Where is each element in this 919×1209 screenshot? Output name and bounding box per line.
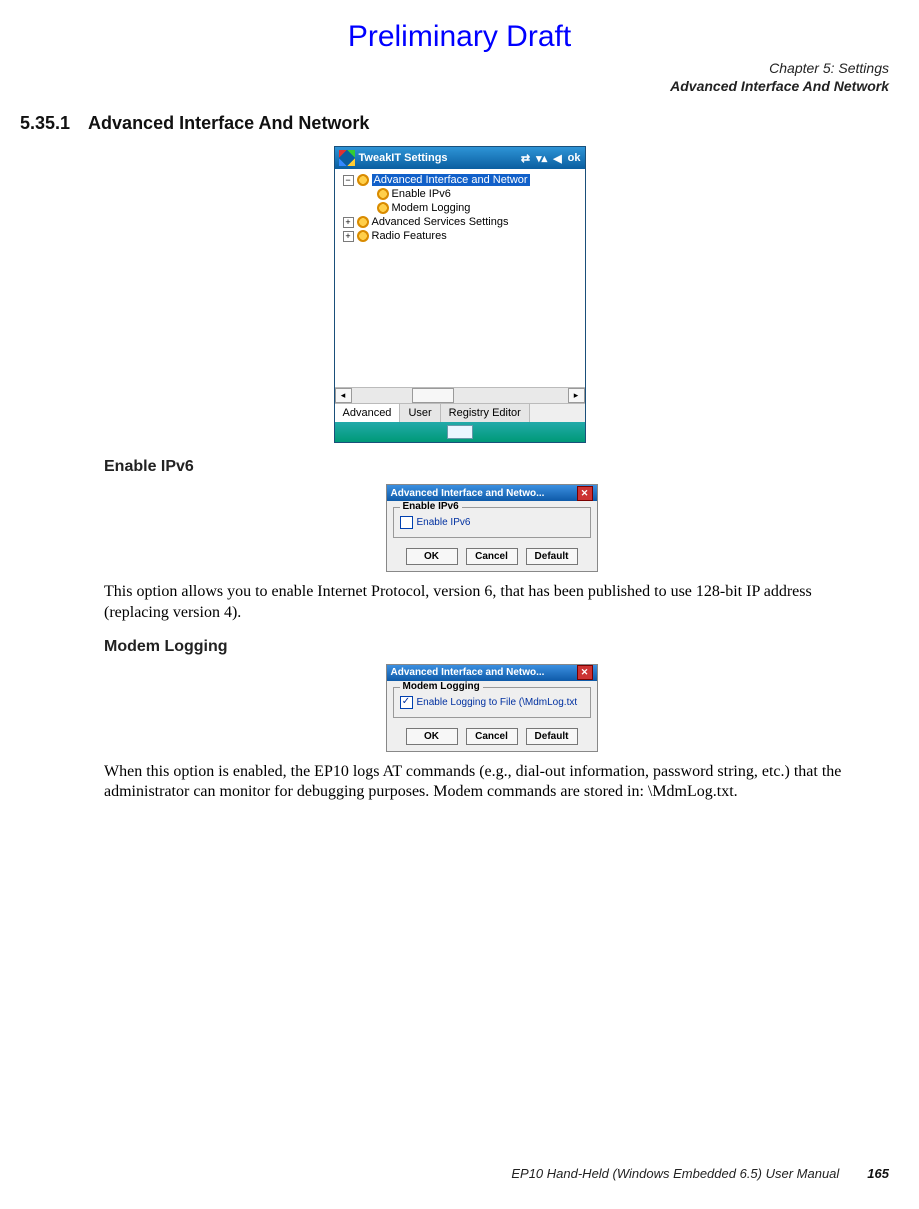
tree-node-radio-features[interactable]: + Radio Features [337, 229, 583, 243]
checkbox-label: Enable IPv6 [417, 517, 471, 528]
paragraph-ipv6: This option allows you to enable Interne… [104, 582, 879, 624]
ok-button[interactable]: ok [568, 152, 581, 164]
gear-icon [357, 230, 369, 242]
gear-icon [357, 174, 369, 186]
subheading-enable-ipv6: Enable IPv6 [104, 458, 879, 476]
tree-node-modem-logging[interactable]: Modem Logging [337, 201, 583, 215]
figure-enable-ipv6-dialog: Advanced Interface and Netwo... ✕ Enable… [104, 484, 879, 572]
figure-tweakit: TweakIT Settings ⇄ ▾▴ ◀ ok − Advanced In… [30, 146, 889, 444]
connectivity-icon[interactable]: ⇄ [521, 152, 530, 165]
tree-label: Radio Features [372, 230, 447, 242]
checkbox-row[interactable]: Enable IPv6 [400, 516, 584, 529]
default-button[interactable]: Default [526, 728, 578, 745]
dialog-titlebar: Advanced Interface and Netwo... ✕ [387, 485, 597, 501]
checkbox-enable-logging[interactable]: ✓ [400, 696, 413, 709]
close-icon[interactable]: ✕ [577, 665, 593, 680]
tab-bar: Advanced User Registry Editor [335, 403, 585, 422]
checkbox-label: Enable Logging to File (\MdmLog.txt [417, 697, 578, 708]
section-heading: 5.35.1 Advanced Interface And Network [20, 113, 889, 134]
expand-icon[interactable]: + [343, 217, 354, 228]
scroll-left-button[interactable]: ◂ [335, 388, 352, 403]
collapse-icon[interactable]: − [343, 175, 354, 186]
section-number: 5.35.1 [20, 113, 70, 134]
page-number: 165 [867, 1166, 889, 1181]
section-title: Advanced Interface And Network [88, 113, 369, 134]
dialog-titlebar: Advanced Interface and Netwo... ✕ [387, 665, 597, 681]
gear-icon [377, 202, 389, 214]
tree-node-advanced-services[interactable]: + Advanced Services Settings [337, 215, 583, 229]
group-legend: Enable IPv6 [400, 501, 462, 512]
tweakit-title: TweakIT Settings [359, 152, 448, 164]
tree-node-enable-ipv6[interactable]: Enable IPv6 [337, 187, 583, 201]
chapter-line: Chapter 5: Settings [30, 60, 889, 78]
tray-area: ⇄ ▾▴ ◀ ok [521, 152, 581, 165]
footer-manual-title: EP10 Hand-Held (Windows Embedded 6.5) Us… [511, 1166, 839, 1181]
groupbox-enable-ipv6: Enable IPv6 Enable IPv6 [393, 507, 591, 538]
scroll-right-button[interactable]: ▸ [568, 388, 585, 403]
expand-icon[interactable]: + [343, 231, 354, 242]
chapter-header: Chapter 5: Settings Advanced Interface A… [30, 60, 889, 95]
start-icon[interactable] [339, 150, 355, 166]
signal-icon[interactable]: ▾▴ [536, 152, 547, 165]
tree-node-advanced-interface[interactable]: − Advanced Interface and Networ [337, 173, 583, 187]
gear-icon [357, 216, 369, 228]
checkbox-enable-ipv6[interactable] [400, 516, 413, 529]
tree-label: Modem Logging [392, 202, 471, 214]
page: Preliminary Draft Chapter 5: Settings Ad… [0, 0, 919, 1209]
h-scrollbar[interactable]: ◂ ▸ [335, 387, 585, 403]
cancel-button[interactable]: Cancel [466, 728, 518, 745]
page-footer: EP10 Hand-Held (Windows Embedded 6.5) Us… [30, 1166, 889, 1181]
checkbox-row[interactable]: ✓ Enable Logging to File (\MdmLog.txt [400, 696, 584, 709]
tweakit-titlebar: TweakIT Settings ⇄ ▾▴ ◀ ok [335, 147, 585, 169]
gear-icon [377, 188, 389, 200]
dialog-title: Advanced Interface and Netwo... [391, 488, 545, 499]
modem-logging-dialog: Advanced Interface and Netwo... ✕ Modem … [386, 664, 598, 752]
subheading-modem-logging: Modem Logging [104, 638, 879, 656]
keyboard-icon[interactable] [447, 425, 473, 439]
tab-advanced[interactable]: Advanced [335, 404, 401, 422]
button-row: OK Cancel Default [387, 724, 597, 751]
tab-registry-editor[interactable]: Registry Editor [441, 404, 530, 422]
ok-button[interactable]: OK [406, 728, 458, 745]
ok-button[interactable]: OK [406, 548, 458, 565]
tab-user[interactable]: User [400, 404, 440, 422]
dialog-title: Advanced Interface and Netwo... [391, 667, 545, 678]
paragraph-modem-logging: When this option is enabled, the EP10 lo… [104, 762, 879, 804]
volume-icon[interactable]: ◀ [553, 152, 561, 165]
default-button[interactable]: Default [526, 548, 578, 565]
ipv6-dialog: Advanced Interface and Netwo... ✕ Enable… [386, 484, 598, 572]
close-icon[interactable]: ✕ [577, 486, 593, 501]
groupbox-modem-logging: Modem Logging ✓ Enable Logging to File (… [393, 687, 591, 718]
chapter-subline: Advanced Interface And Network [30, 78, 889, 96]
body-column: Enable IPv6 Advanced Interface and Netwo… [104, 458, 879, 803]
figure-modem-logging-dialog: Advanced Interface and Netwo... ✕ Modem … [104, 664, 879, 752]
tree-label-selected: Advanced Interface and Networ [372, 174, 530, 186]
tree-label: Enable IPv6 [392, 188, 451, 200]
group-legend: Modem Logging [400, 681, 483, 692]
preliminary-draft-heading: Preliminary Draft [30, 20, 889, 54]
sip-bar[interactable] [335, 422, 585, 442]
cancel-button[interactable]: Cancel [466, 548, 518, 565]
tweakit-window: TweakIT Settings ⇄ ▾▴ ◀ ok − Advanced In… [334, 146, 586, 443]
tree-view[interactable]: − Advanced Interface and Networ Enable I… [335, 169, 585, 387]
scroll-thumb[interactable] [412, 388, 454, 403]
button-row: OK Cancel Default [387, 544, 597, 571]
tree-label: Advanced Services Settings [372, 216, 509, 228]
